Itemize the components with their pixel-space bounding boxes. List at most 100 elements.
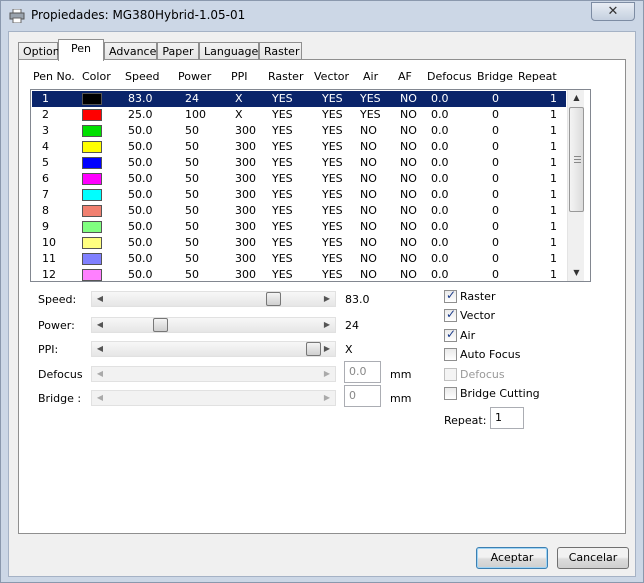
- col-color[interactable]: Color: [82, 70, 111, 83]
- cell-raster: YES: [272, 172, 293, 185]
- checkbox-box[interactable]: ✓: [444, 307, 457, 322]
- table-row[interactable]: 12 50.0 50 300 YES YES NO NO 0.0 0 1: [32, 267, 566, 281]
- cell-repeat: 1: [550, 220, 557, 233]
- tab-pen[interactable]: Pen: [58, 39, 104, 61]
- cell-vector: YES: [322, 268, 343, 281]
- cell-power: 50: [185, 220, 199, 233]
- table-row[interactable]: 7 50.0 50 300 YES YES NO NO 0.0 0 1: [32, 187, 566, 203]
- table-row[interactable]: 10 50.0 50 300 YES YES NO NO 0.0 0 1: [32, 235, 566, 251]
- bridge-cutting-checkbox-label: Bridge Cutting: [460, 387, 540, 400]
- speed-slider[interactable]: ◀ ▶: [91, 291, 336, 307]
- cell-repeat: 1: [550, 188, 557, 201]
- cell-bridge: 0: [492, 204, 499, 217]
- cell-af: NO: [400, 172, 417, 185]
- col-bridge[interactable]: Bridge: [477, 70, 513, 83]
- table-row[interactable]: 6 50.0 50 300 YES YES NO NO 0.0 0 1: [32, 171, 566, 187]
- scroll-down-icon[interactable]: ▼: [568, 265, 585, 281]
- speed-label: Speed:: [38, 293, 77, 306]
- col-power[interactable]: Power: [178, 70, 211, 83]
- col-raster[interactable]: Raster: [268, 70, 303, 83]
- slider-right-icon: ▶: [323, 393, 331, 402]
- scroll-up-icon[interactable]: ▲: [568, 90, 585, 106]
- repeat-input[interactable]: 1: [490, 407, 524, 429]
- cell-speed: 50.0: [128, 236, 153, 249]
- pen-list[interactable]: 1 83.0 24 X YES YES YES NO 0.0 0 1 2 25.0 100 X YES YES Y…: [30, 89, 591, 282]
- cell-air: NO: [360, 220, 377, 233]
- defocus-slider: ◀ ▶: [91, 366, 336, 382]
- check-icon: ✓: [446, 307, 457, 321]
- pen-color-swatch: [82, 189, 102, 201]
- cell-defocus: 0.0: [431, 252, 449, 265]
- table-row[interactable]: 5 50.0 50 300 YES YES NO NO 0.0 0 1: [32, 155, 566, 171]
- col-defocus[interactable]: Defocus: [427, 70, 472, 83]
- tab-option[interactable]: Option: [18, 42, 60, 60]
- speed-value: 83.0: [345, 293, 370, 306]
- checkbox-box[interactable]: ✓: [444, 387, 457, 400]
- cell-af: NO: [400, 252, 417, 265]
- cell-repeat: 1: [550, 140, 557, 153]
- slider-right-icon[interactable]: ▶: [321, 342, 333, 356]
- cell-no: 11: [42, 252, 56, 265]
- cell-ppi: X: [235, 108, 243, 121]
- col-ppi[interactable]: PPI: [231, 70, 248, 83]
- cell-bridge: 0: [492, 220, 499, 233]
- ppi-slider[interactable]: ◀ ▶: [91, 341, 336, 357]
- cell-defocus: 0.0: [431, 140, 449, 153]
- cell-power: 50: [185, 268, 199, 281]
- list-scrollbar[interactable]: ▲ ▼: [567, 90, 584, 281]
- ppi-slider-thumb[interactable]: [306, 342, 321, 356]
- slider-left-icon[interactable]: ◀: [94, 342, 106, 356]
- cell-raster: YES: [272, 188, 293, 201]
- cell-ppi: 300: [235, 252, 256, 265]
- power-slider-thumb[interactable]: [153, 318, 168, 332]
- cell-repeat: 1: [550, 204, 557, 217]
- bridge-unit: mm: [390, 392, 412, 405]
- table-row[interactable]: 11 50.0 50 300 YES YES NO NO 0.0 0 1: [32, 251, 566, 267]
- table-row[interactable]: 4 50.0 50 300 YES YES NO NO 0.0 0 1: [32, 139, 566, 155]
- power-slider[interactable]: ◀ ▶: [91, 317, 336, 333]
- col-air[interactable]: Air: [363, 70, 378, 83]
- col-repeat[interactable]: Repeat: [518, 70, 557, 83]
- table-row[interactable]: 9 50.0 50 300 YES YES NO NO 0.0 0 1: [32, 219, 566, 235]
- tab-paper[interactable]: Paper: [157, 42, 199, 60]
- cell-air: NO: [360, 204, 377, 217]
- repeat-label: Repeat:: [444, 414, 487, 427]
- col-vector[interactable]: Vector: [314, 70, 349, 83]
- cell-vector: YES: [322, 156, 343, 169]
- printer-icon: [9, 8, 25, 24]
- cell-repeat: 1: [550, 156, 557, 169]
- close-button[interactable]: ✕: [591, 2, 635, 21]
- col-pen-no[interactable]: Pen No.: [33, 70, 75, 83]
- slider-right-icon[interactable]: ▶: [321, 318, 333, 332]
- table-row[interactable]: 2 25.0 100 X YES YES YES NO 0.0 0 1: [32, 107, 566, 123]
- cell-vector: YES: [322, 204, 343, 217]
- slider-left-icon[interactable]: ◀: [94, 292, 106, 306]
- cell-defocus: 0.0: [431, 92, 449, 105]
- table-row[interactable]: 1 83.0 24 X YES YES YES NO 0.0 0 1: [32, 91, 566, 107]
- checkbox-box[interactable]: ✓: [444, 327, 457, 342]
- tab-advance[interactable]: Advance: [104, 42, 157, 60]
- table-row[interactable]: 3 50.0 50 300 YES YES NO NO 0.0 0 1: [32, 123, 566, 139]
- col-af[interactable]: AF: [398, 70, 412, 83]
- table-row[interactable]: 8 50.0 50 300 YES YES NO NO 0.0 0 1: [32, 203, 566, 219]
- ok-button[interactable]: Aceptar: [476, 547, 548, 569]
- checkbox-box[interactable]: ✓: [444, 348, 457, 361]
- speed-slider-thumb[interactable]: [266, 292, 281, 306]
- tab-raster[interactable]: Raster: [259, 42, 302, 60]
- slider-right-icon[interactable]: ▶: [321, 292, 333, 306]
- cell-speed: 50.0: [128, 220, 153, 233]
- cell-af: NO: [400, 220, 417, 233]
- pen-color-swatch: [82, 253, 102, 265]
- dialog-client: Option Pen Advance Paper Language Raster…: [8, 31, 636, 577]
- col-speed[interactable]: Speed: [125, 70, 159, 83]
- cancel-button[interactable]: Cancelar: [557, 547, 629, 569]
- defocus-input[interactable]: 0.0: [344, 361, 381, 383]
- scroll-thumb[interactable]: [569, 107, 584, 212]
- cell-bridge: 0: [492, 188, 499, 201]
- slider-left-icon[interactable]: ◀: [94, 318, 106, 332]
- bridge-input[interactable]: 0: [344, 385, 381, 407]
- checkbox-box[interactable]: ✓: [444, 288, 457, 303]
- tab-language[interactable]: Language: [199, 42, 259, 60]
- cell-repeat: 1: [550, 108, 557, 121]
- cell-repeat: 1: [550, 236, 557, 249]
